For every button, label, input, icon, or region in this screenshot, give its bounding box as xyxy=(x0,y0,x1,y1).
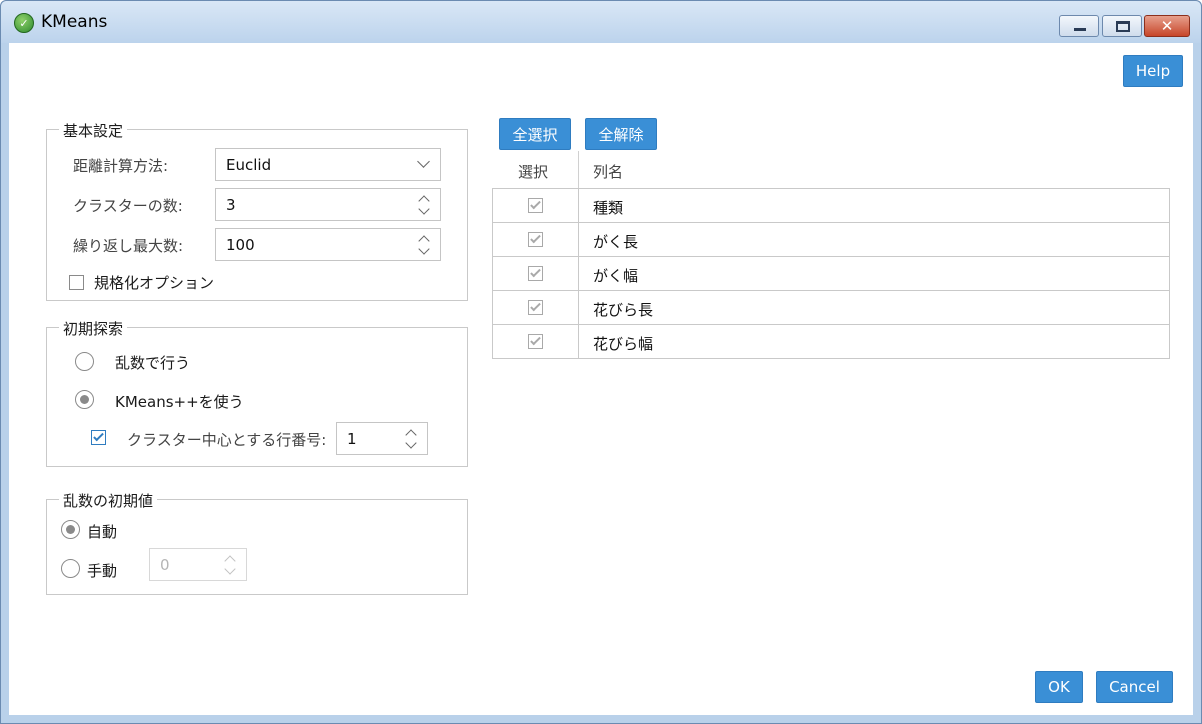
initial-search-group: 初期探索 乱数で行う KMeans++を使う クラスター中心とする行番号: 1 xyxy=(46,318,468,467)
spin-arrows-icon[interactable] xyxy=(405,428,417,450)
table-row[interactable]: 花びら長 xyxy=(493,291,1169,325)
checkmark-icon xyxy=(530,266,541,278)
row-column-name: 花びら長 xyxy=(593,301,654,319)
center-row-value: 1 xyxy=(347,430,357,448)
table-body: 種類がく長がく幅花びら長花びら幅 xyxy=(492,188,1170,359)
distance-select[interactable]: Euclid xyxy=(215,148,441,181)
seed-manual-radio[interactable] xyxy=(61,559,80,578)
basic-settings-group: 基本設定 距離計算方法: Euclid クラスターの数: 3 繰り返し最大数: … xyxy=(46,120,468,301)
header-divider xyxy=(578,151,579,188)
distance-label: 距離計算方法: xyxy=(73,157,169,175)
seed-manual-label: 手動 xyxy=(87,562,118,580)
initial-search-legend: 初期探索 xyxy=(59,318,128,339)
row-checkbox[interactable] xyxy=(528,198,543,213)
seed-value-stepper: 0 xyxy=(149,548,247,581)
select-all-button[interactable]: 全選択 xyxy=(499,118,571,150)
random-init-label: 乱数で行う xyxy=(115,354,191,372)
random-init-radio[interactable] xyxy=(75,352,94,371)
normalize-checkbox[interactable] xyxy=(69,275,84,290)
leaf-app-icon: ✓ xyxy=(14,13,34,33)
row-column-name: がく長 xyxy=(593,233,639,251)
maximize-icon xyxy=(1116,21,1130,32)
row-select-cell xyxy=(493,223,579,256)
checkmark-icon xyxy=(530,334,541,346)
row-checkbox[interactable] xyxy=(528,232,543,247)
clear-all-button[interactable]: 全解除 xyxy=(585,118,657,150)
minimize-button[interactable] xyxy=(1059,15,1099,37)
chevron-down-icon xyxy=(417,155,430,168)
title-bar[interactable]: ✓ KMeans ✕ xyxy=(1,1,1201,43)
random-seed-legend: 乱数の初期値 xyxy=(59,490,158,511)
maximize-button[interactable] xyxy=(1102,15,1142,37)
spin-arrows-icon[interactable] xyxy=(418,194,430,216)
row-select-cell xyxy=(493,189,579,222)
window-title: KMeans xyxy=(41,12,108,32)
row-column-name: 花びら幅 xyxy=(593,335,654,353)
clusters-value: 3 xyxy=(226,196,236,214)
spin-arrows-icon[interactable] xyxy=(418,234,430,256)
kmeanspp-label: KMeans++を使う xyxy=(115,393,244,411)
distance-value: Euclid xyxy=(226,156,272,174)
clusters-label: クラスターの数: xyxy=(73,197,183,215)
help-button[interactable]: Help xyxy=(1123,55,1183,87)
table-header: 選択 列名 xyxy=(492,151,1170,188)
checkmark-icon xyxy=(530,232,541,244)
maxiter-stepper[interactable]: 100 xyxy=(215,228,441,261)
row-select-cell xyxy=(493,257,579,290)
center-row-label: クラスター中心とする行番号: xyxy=(127,431,327,449)
clusters-stepper[interactable]: 3 xyxy=(215,188,441,221)
random-seed-group: 乱数の初期値 自動 手動 0 xyxy=(46,490,468,595)
table-row[interactable]: がく長 xyxy=(493,223,1169,257)
checkmark-icon xyxy=(93,430,104,442)
dialog-body: Help 基本設定 距離計算方法: Euclid クラスターの数: 3 繰り返し… xyxy=(9,43,1193,715)
row-column-name: 種類 xyxy=(593,199,624,217)
row-select-cell xyxy=(493,325,579,358)
row-select-cell xyxy=(493,291,579,324)
minimize-icon xyxy=(1074,28,1086,31)
seed-auto-label: 自動 xyxy=(87,523,118,541)
seed-auto-radio[interactable] xyxy=(61,520,80,539)
header-column-name: 列名 xyxy=(593,163,624,181)
table-row[interactable]: がく幅 xyxy=(493,257,1169,291)
row-checkbox[interactable] xyxy=(528,266,543,281)
radio-selected-dot xyxy=(66,525,75,534)
checkmark-icon xyxy=(530,198,541,210)
seed-value: 0 xyxy=(160,556,170,574)
row-checkbox[interactable] xyxy=(528,334,543,349)
maxiter-label: 繰り返し最大数: xyxy=(73,237,184,255)
kmeanspp-radio[interactable] xyxy=(75,390,94,409)
header-select: 選択 xyxy=(518,163,549,181)
normalize-label: 規格化オプション xyxy=(94,274,215,292)
center-row-checkbox[interactable] xyxy=(91,430,106,445)
close-button[interactable]: ✕ xyxy=(1144,15,1190,37)
radio-selected-dot xyxy=(80,395,89,404)
cancel-button[interactable]: Cancel xyxy=(1096,671,1173,703)
table-row[interactable]: 花びら幅 xyxy=(493,325,1169,359)
center-row-stepper[interactable]: 1 xyxy=(336,422,428,455)
spin-arrows-icon xyxy=(224,554,236,576)
table-row[interactable]: 種類 xyxy=(493,189,1169,223)
close-icon: ✕ xyxy=(1160,17,1174,35)
basic-settings-legend: 基本設定 xyxy=(59,120,128,141)
ok-button[interactable]: OK xyxy=(1035,671,1083,703)
kmeans-window: ✓ KMeans ✕ Help 基本設定 距離計算方法: Euclid クラスタ… xyxy=(0,0,1202,724)
checkmark-icon xyxy=(530,300,541,312)
maxiter-value: 100 xyxy=(226,236,255,254)
row-checkbox[interactable] xyxy=(528,300,543,315)
row-column-name: がく幅 xyxy=(593,267,639,285)
